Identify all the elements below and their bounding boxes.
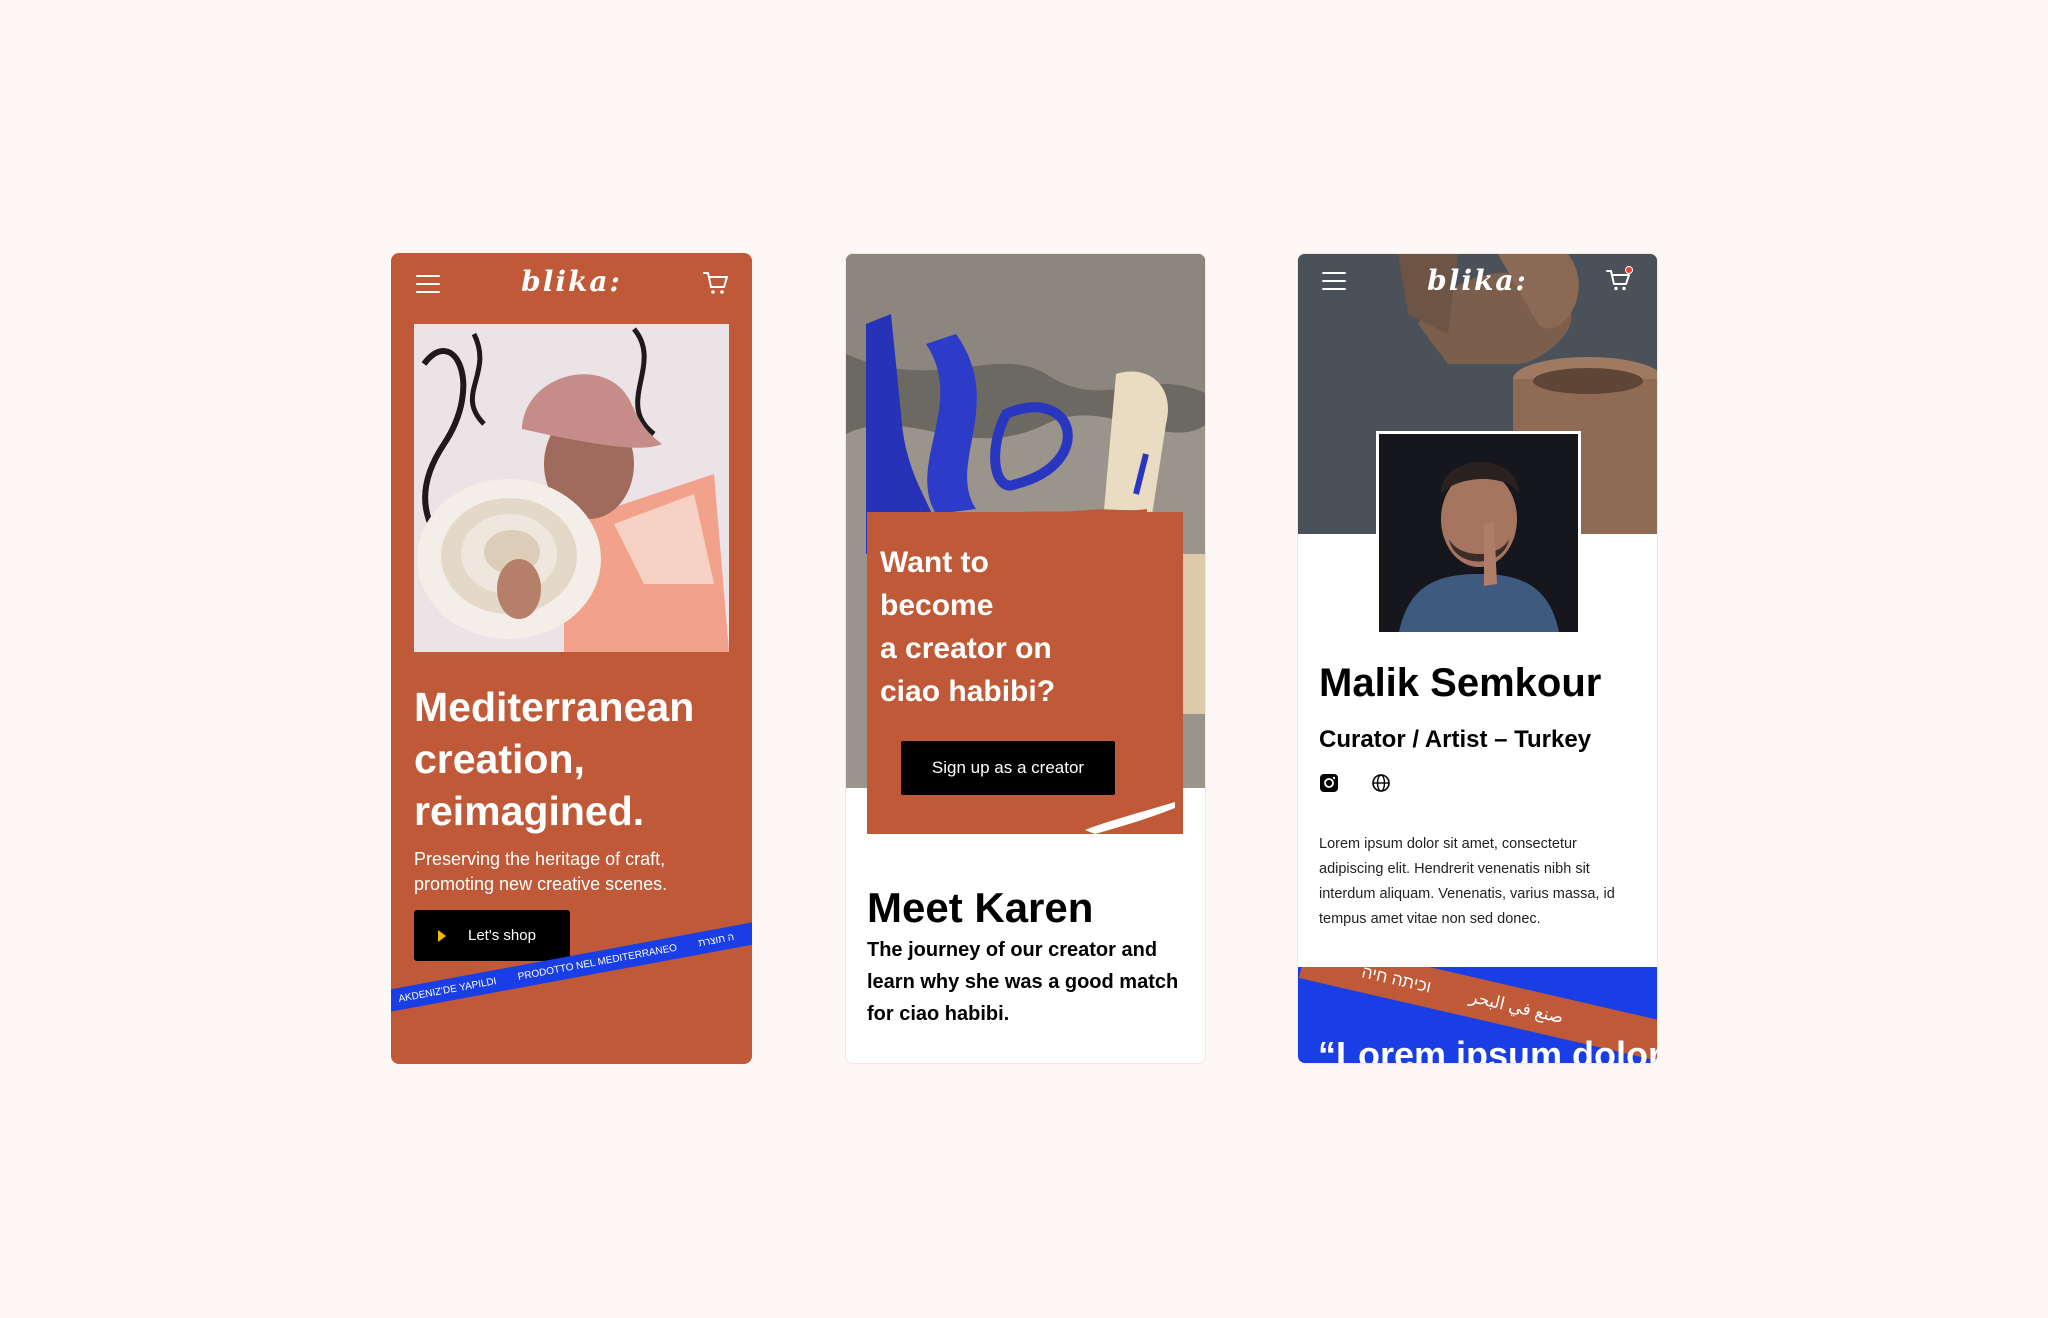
hero-headline: Mediterranean creation, reimagined. <box>414 681 734 837</box>
ribbon-text: AKDENIZ'DE YAPILDI <box>397 975 498 1005</box>
title-line: a creator on <box>880 632 1052 665</box>
avatar <box>1376 431 1581 635</box>
shop-button[interactable]: Let's shop <box>414 910 570 961</box>
creator-card-title: Want to become a creator on ciao habibi? <box>880 541 1130 713</box>
globe-icon[interactable] <box>1371 773 1391 793</box>
brush-stroke <box>1085 802 1175 834</box>
headline-line: Mediterranean <box>414 684 695 730</box>
cart-icon[interactable] <box>702 270 730 296</box>
cart-icon[interactable] <box>1605 266 1633 292</box>
title-line: Want to <box>880 546 989 579</box>
brand-logo[interactable]: blika: <box>391 265 752 298</box>
ribbon-text: וכיתה חיה <box>1359 967 1434 997</box>
hero-image <box>414 324 729 652</box>
hero-subtitle: Preserving the heritage of craft, promot… <box>414 849 668 894</box>
title-line: become <box>880 589 994 622</box>
brand-logo[interactable]: blika: <box>1298 264 1657 297</box>
profile-bio: Lorem ipsum dolor sit amet, consectetur … <box>1319 836 1615 927</box>
profile-screen: blika: Malik Semkour Curator / Artist – … <box>1297 253 1658 1064</box>
quote-text: “Lorem ipsum dolor <box>1318 1034 1658 1064</box>
brush-stroke <box>997 509 1147 520</box>
profile-name: Malik Semkour <box>1319 661 1602 705</box>
play-icon <box>438 929 446 942</box>
headline-line: reimagined. <box>414 788 645 834</box>
profile-role: Curator / Artist – Turkey <box>1319 726 1592 753</box>
shop-button-label: Let's shop <box>468 927 536 944</box>
section-text: The journey of our creator and learn why… <box>867 939 1179 1025</box>
home-screen: blika: Mediterranean creation, reimagine… <box>391 253 752 1064</box>
creator-screen: Want to become a creator on ciao habibi?… <box>845 253 1206 1064</box>
instagram-icon[interactable] <box>1319 773 1339 793</box>
menu-icon[interactable] <box>1322 272 1346 290</box>
ribbon-text: ה תוצרת <box>697 931 735 949</box>
headline-line: creation, <box>414 736 585 782</box>
sign-up-creator-button[interactable]: Sign up as a creator <box>901 741 1115 795</box>
top-bar: blika: <box>391 253 752 317</box>
section-title: Meet Karen <box>867 884 1094 931</box>
ribbon-text: صنع في البحر <box>1467 987 1566 1028</box>
title-line: ciao habibi? <box>880 675 1056 708</box>
